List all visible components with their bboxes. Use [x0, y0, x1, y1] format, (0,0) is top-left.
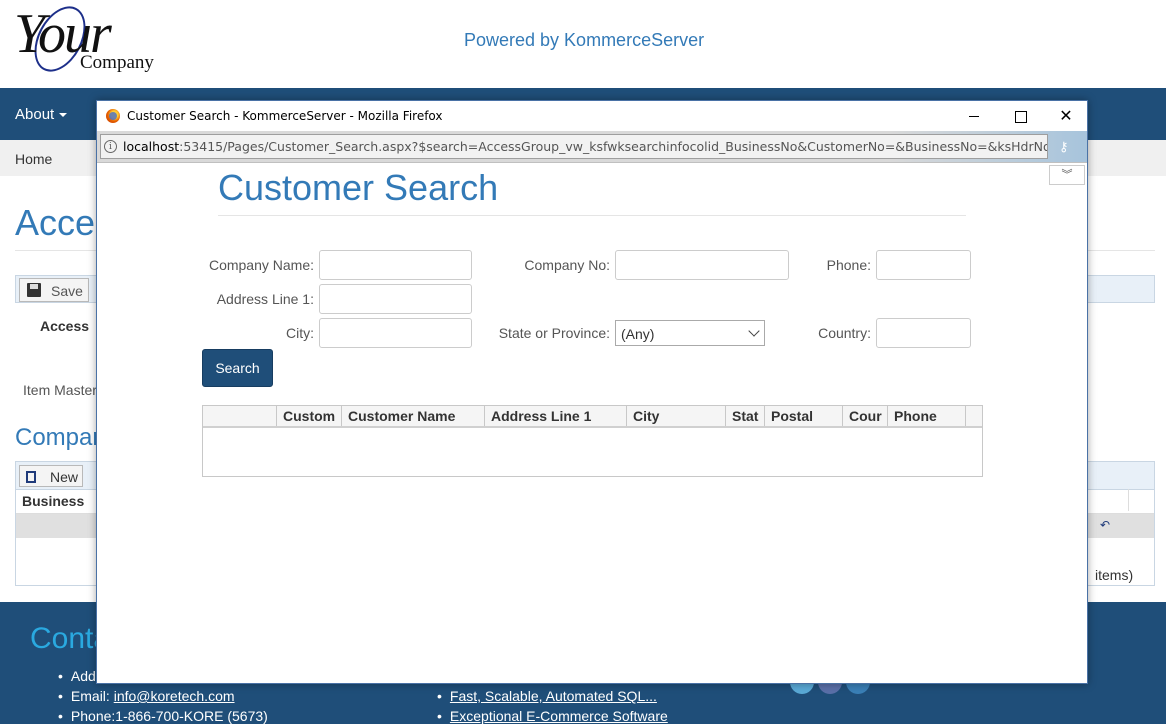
save-button[interactable]: Save — [19, 278, 89, 302]
customer-search-window: Customer Search - KommerceServer - Mozil… — [96, 100, 1088, 684]
address-bar: i localhost:53415/Pages/Customer_Search.… — [97, 131, 1087, 163]
column-customer-name[interactable]: Customer Name — [341, 406, 484, 426]
minimize-button[interactable] — [951, 101, 997, 131]
close-button[interactable]: ✕ — [1043, 101, 1089, 131]
search-page: ︾ Customer Search Company Name: Company … — [97, 163, 1087, 683]
save-button-label: Save — [51, 283, 83, 299]
title-divider — [218, 215, 966, 216]
window-titlebar[interactable]: Customer Search - KommerceServer - Mozil… — [97, 101, 1087, 131]
footer-email-link[interactable]: info@koretech.com — [114, 688, 235, 704]
column-scroll — [965, 406, 982, 426]
footer-link[interactable]: Fast, Scalable, Automated SQL... — [450, 688, 657, 704]
state-select[interactable]: (Any) — [615, 320, 765, 346]
footer-phone: Phone:1-866-700-KORE (5673) — [58, 708, 268, 724]
firefox-icon — [106, 109, 120, 123]
city-label: City: — [286, 325, 314, 341]
window-title: Customer Search - KommerceServer - Mozil… — [127, 109, 443, 123]
url-path: :53415/Pages/Customer_Search.aspx?$searc… — [179, 139, 1048, 154]
chevron-down-icon — [748, 325, 760, 337]
footer-address-text: Add — [70, 668, 96, 684]
column-postal[interactable]: Postal — [764, 406, 842, 426]
results-grid: Custom Customer Name Address Line 1 City… — [202, 405, 983, 477]
grid-items-count: items) — [1095, 567, 1134, 583]
state-select-value: (Any) — [621, 326, 655, 342]
undo-icon[interactable]: ↶ — [1100, 518, 1110, 532]
column-address-line-1[interactable]: Address Line 1 — [484, 406, 626, 426]
nav-about-menu[interactable]: About — [15, 106, 68, 123]
company-name-label: Company Name: — [208, 257, 314, 273]
footer-address: Add — [58, 668, 96, 684]
new-button[interactable]: New — [19, 465, 83, 487]
footer-email: Email: info@koretech.com — [58, 688, 235, 704]
phone-input[interactable] — [876, 250, 971, 280]
state-label: State or Province: — [498, 325, 610, 341]
new-record-icon — [26, 471, 36, 483]
info-icon[interactable]: i — [104, 140, 117, 153]
address-line-1-label: Address Line 1: — [216, 291, 314, 307]
city-input[interactable] — [319, 318, 472, 348]
footer-phone-text: Phone:1-866-700-KORE (5673) — [70, 708, 268, 724]
url-text: localhost:53415/Pages/Customer_Search.as… — [123, 139, 1048, 154]
column-select[interactable] — [203, 406, 276, 426]
item-master-label: Item Master — [23, 382, 97, 398]
column-customer-no[interactable]: Custom — [276, 406, 341, 426]
url-field[interactable]: i localhost:53415/Pages/Customer_Search.… — [100, 134, 1048, 159]
column-phone[interactable]: Phone — [887, 406, 965, 426]
breadcrumb-home-link[interactable]: Home — [15, 151, 52, 167]
country-input[interactable] — [876, 318, 971, 348]
footer-link-item: Exceptional E-Commerce Software — [437, 708, 668, 724]
site-header: Your Company Powered by KommerceServer — [0, 0, 1166, 88]
country-label: Country: — [818, 325, 871, 341]
search-button[interactable]: Search — [202, 349, 273, 387]
powered-by-text: Powered by KommerceServer — [464, 30, 705, 50]
grid-column-divider — [1128, 489, 1129, 511]
column-city[interactable]: City — [626, 406, 725, 426]
column-state[interactable]: Stat — [725, 406, 764, 426]
nav-about-label: About — [15, 106, 55, 123]
footer-link-item: Fast, Scalable, Automated SQL... — [437, 688, 657, 704]
footer-link[interactable]: Exceptional E-Commerce Software — [450, 708, 668, 724]
results-grid-header: Custom Customer Name Address Line 1 City… — [203, 406, 982, 428]
collapse-chevron-icon[interactable]: ︾ — [1049, 165, 1085, 185]
new-button-label: New — [50, 469, 79, 485]
key-icon: ⚷ — [1059, 139, 1069, 154]
maximize-button[interactable] — [997, 101, 1043, 131]
company-name-input[interactable] — [319, 250, 472, 280]
company-logo[interactable]: Your Company — [12, 0, 172, 81]
page-title: Acce — [15, 202, 96, 243]
column-country[interactable]: Cour — [842, 406, 887, 426]
footer-email-label: Email: — [70, 688, 110, 704]
floppy-disk-icon — [27, 283, 41, 297]
address-line-1-input[interactable] — [319, 284, 472, 314]
logo-subtitle: Company — [80, 52, 154, 73]
section-title: Compan — [15, 424, 106, 451]
column-business[interactable]: Business — [22, 493, 84, 509]
page-title: Customer Search — [218, 167, 499, 208]
url-host: localhost — [123, 139, 180, 154]
phone-label: Phone: — [826, 257, 871, 273]
access-label: Access — [40, 318, 90, 334]
company-no-label: Company No: — [524, 257, 610, 273]
caret-down-icon — [59, 113, 68, 118]
company-no-input[interactable] — [615, 250, 789, 280]
